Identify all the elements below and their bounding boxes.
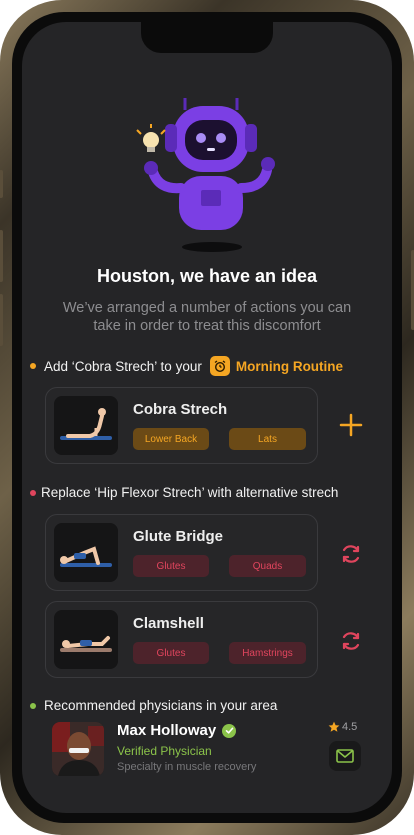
exercise-title: Clamshell xyxy=(133,615,204,632)
muscle-tag: Glutes xyxy=(133,642,209,664)
plus-icon xyxy=(339,413,363,437)
status-dot xyxy=(30,489,36,496)
morning-routine-link[interactable]: Morning Routine xyxy=(236,359,343,374)
exercise-thumbnail xyxy=(54,610,118,669)
physician-name-row[interactable]: Max Holloway xyxy=(117,722,237,739)
muscle-tag: Lats xyxy=(229,428,306,450)
mute-switch xyxy=(0,170,3,198)
avatar[interactable] xyxy=(52,722,104,776)
subtitle: We’ve arranged a number of actions you c… xyxy=(62,300,352,334)
alarm-clock-icon xyxy=(209,356,230,376)
physician-specialty: Specialty in muscle recovery xyxy=(117,761,257,773)
verified-check-icon xyxy=(222,723,237,738)
exercise-card-clamshell[interactable]: Clamshell Glutes Hamstrings xyxy=(45,601,318,678)
status-dot xyxy=(30,702,36,709)
swap-icon xyxy=(342,632,360,650)
muscle-tag: Glutes xyxy=(133,555,209,577)
physicians-section-title: Recommended physicians in your area xyxy=(30,698,277,713)
physician-rating: 4.5 xyxy=(328,721,357,733)
app-screen: Houston, we have an idea We’ve arranged … xyxy=(22,22,392,813)
swap-exercise-button[interactable] xyxy=(337,540,365,568)
physicians-section-label: Recommended physicians in your area xyxy=(44,698,278,713)
exercise-card-cobra[interactable]: Cobra Strech Lower Back Lats xyxy=(45,387,318,464)
exercise-title: Glute Bridge xyxy=(133,528,224,545)
exercise-thumbnail xyxy=(54,396,118,455)
muscle-tag: Quads xyxy=(229,555,306,577)
muscle-tag: Lower Back xyxy=(133,428,209,450)
add-section-prefix: Add ‘Cobra Strech’ to your xyxy=(44,358,202,374)
physician-name: Max Holloway xyxy=(117,722,217,739)
mail-icon xyxy=(336,749,354,763)
headline: Houston, we have an idea xyxy=(96,266,318,286)
star-icon xyxy=(328,721,340,732)
volume-up-button xyxy=(0,230,3,282)
replace-section-label: Replace ‘Hip Flexor Strech’ with alterna… xyxy=(41,485,339,500)
muscle-tag: Hamstrings xyxy=(229,642,306,664)
replace-section-title: Replace ‘Hip Flexor Strech’ with alterna… xyxy=(30,485,338,500)
status-dot xyxy=(30,363,36,369)
robot-illustration xyxy=(117,84,297,264)
rating-value: 4.5 xyxy=(342,721,358,733)
message-physician-button[interactable] xyxy=(329,741,361,771)
exercise-card-glute-bridge[interactable]: Glute Bridge Glutes Quads xyxy=(45,514,318,591)
notch xyxy=(141,22,273,53)
swap-icon xyxy=(342,545,360,563)
exercise-thumbnail xyxy=(54,523,118,582)
screen: Houston, we have an idea We’ve arranged … xyxy=(12,12,402,823)
phone-frame: Houston, we have an idea We’ve arranged … xyxy=(0,0,414,835)
exercise-title: Cobra Strech xyxy=(133,401,228,418)
add-section-title: Add ‘Cobra Strech’ to your Morning Routi… xyxy=(30,356,343,376)
volume-down-button xyxy=(0,294,3,346)
add-exercise-button[interactable] xyxy=(337,411,365,439)
swap-exercise-button[interactable] xyxy=(337,627,365,655)
physician-role: Verified Physician xyxy=(117,744,212,758)
